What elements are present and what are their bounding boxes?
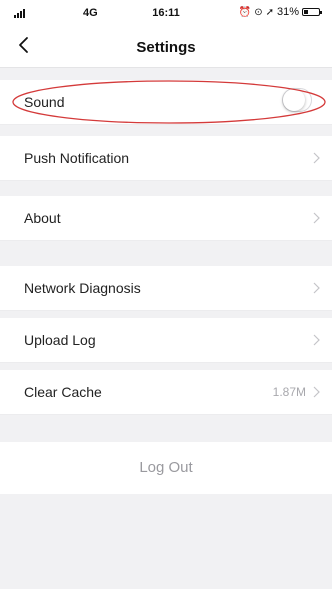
settings-row-network-diagnosis[interactable]: Network Diagnosis	[0, 266, 332, 311]
row-label: Push Notification	[24, 150, 130, 166]
row-label: About	[24, 210, 61, 226]
chevron-right-icon	[313, 282, 320, 294]
logout-button[interactable]: Log Out	[0, 442, 332, 494]
nav-bar: Settings	[0, 26, 332, 68]
status-right-group: ⏰ ⊙ ➚ 31%	[238, 6, 322, 18]
rotation-lock-icon: ⊙	[254, 6, 263, 18]
chevron-right-icon	[313, 334, 320, 346]
cache-size: 1.87M	[272, 385, 306, 399]
row-label: Clear Cache	[24, 384, 102, 400]
settings-row-upload-log[interactable]: Upload Log	[0, 318, 332, 363]
row-label: Network Diagnosis	[24, 280, 141, 296]
settings-row-clear-cache[interactable]: Clear Cache 1.87M	[0, 370, 332, 415]
page-title: Settings	[136, 39, 196, 56]
battery-icon	[302, 8, 322, 16]
sound-toggle[interactable]	[282, 88, 312, 112]
chevron-right-icon	[313, 386, 320, 398]
alarm-icon: ⏰	[238, 6, 252, 18]
toggle-knob	[283, 89, 305, 111]
location-icon: ➚	[265, 6, 274, 18]
chevron-right-icon	[313, 212, 320, 224]
chevron-right-icon	[313, 152, 320, 164]
settings-row-push-notification[interactable]: Push Notification	[0, 136, 332, 181]
battery-percent: 31%	[276, 6, 299, 18]
status-bar: 4G 16:11 ⏰ ⊙ ➚ 31%	[0, 0, 332, 26]
row-label: Sound	[24, 94, 65, 110]
settings-row-about[interactable]: About	[0, 196, 332, 241]
settings-row-sound[interactable]: Sound	[0, 80, 332, 125]
row-label: Upload Log	[24, 332, 96, 348]
